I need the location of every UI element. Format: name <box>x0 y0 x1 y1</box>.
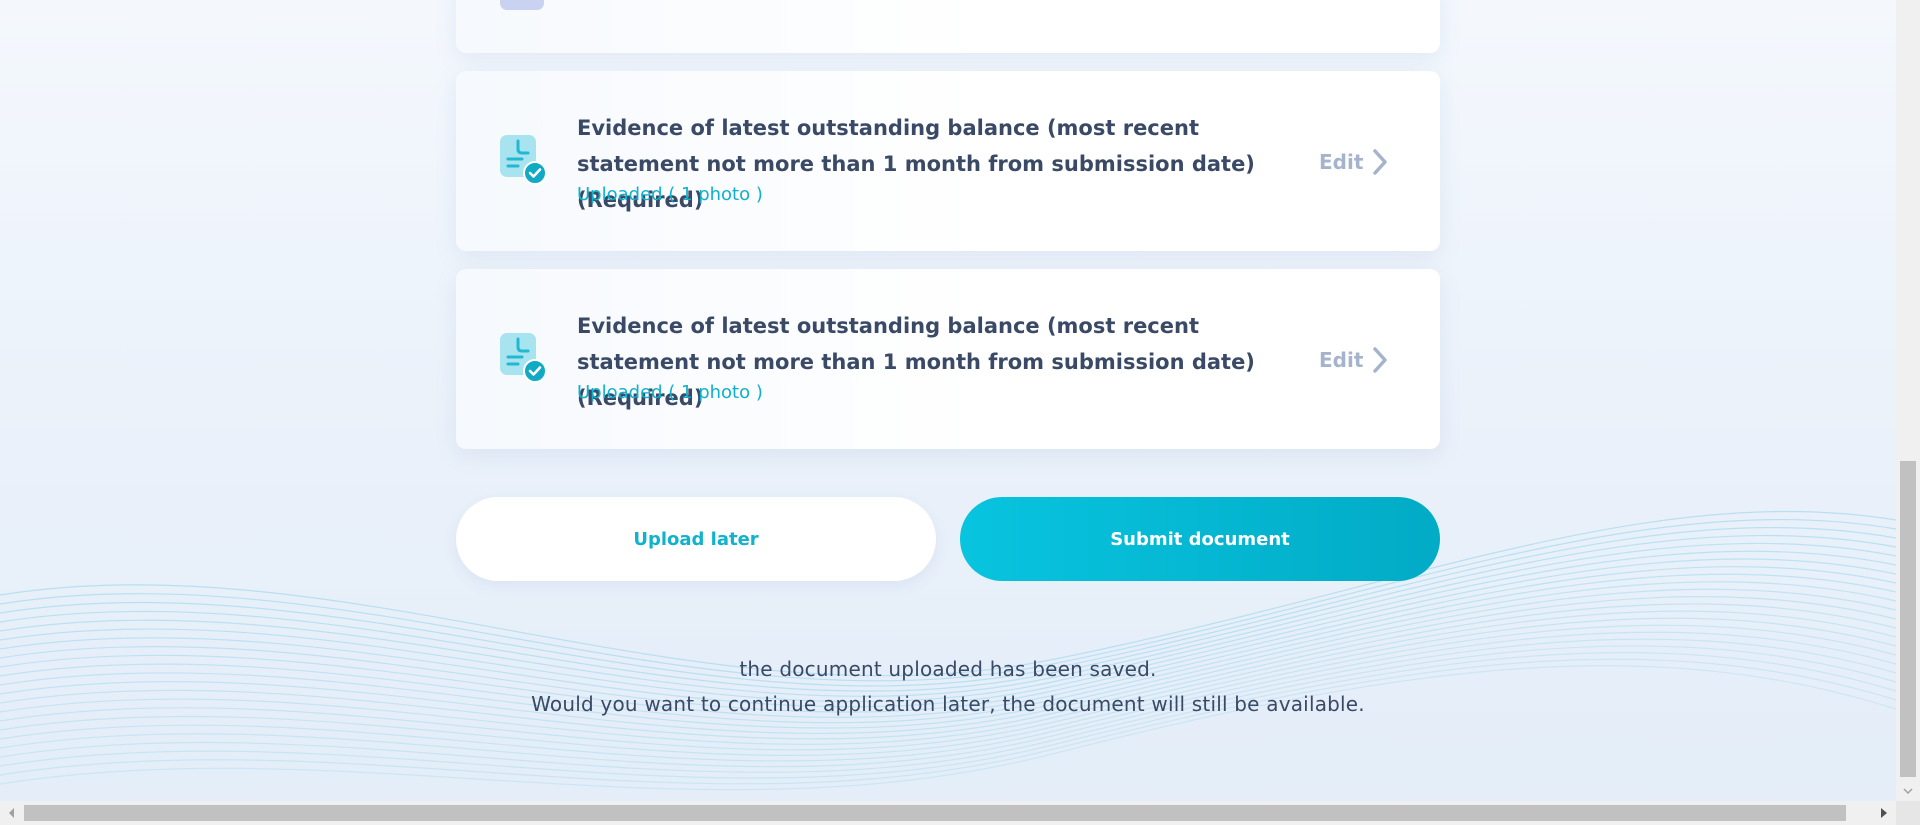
background-wave-line <box>0 617 1896 751</box>
edit-button[interactable]: Edit <box>1319 145 1389 179</box>
scrollbar-corner <box>1896 801 1920 825</box>
document-check-icon <box>500 333 546 383</box>
scroll-left-arrow-icon[interactable] <box>0 801 24 825</box>
edit-button[interactable]: Edit <box>1319 343 1389 377</box>
document-card-partial[interactable] <box>456 0 1440 53</box>
upload-status: Uploaded ( 1 photo ) <box>577 382 763 403</box>
chevron-right-icon <box>1373 149 1388 175</box>
upload-status: Uploaded ( 1 photo ) <box>577 184 763 205</box>
submit-document-button[interactable]: Submit document <box>960 497 1440 581</box>
edit-label: Edit <box>1319 348 1364 372</box>
document-check-icon <box>500 135 546 185</box>
upload-later-button[interactable]: Upload later <box>456 497 936 581</box>
vertical-scrollbar[interactable] <box>1896 0 1920 801</box>
document-card: Evidence of latest outstanding balance (… <box>456 269 1440 449</box>
scroll-right-arrow-icon[interactable] <box>1872 801 1896 825</box>
horizontal-scrollbar[interactable] <box>0 801 1920 825</box>
scroll-down-arrow-icon[interactable] <box>1896 781 1920 801</box>
vertical-scrollbar-thumb[interactable] <box>1900 461 1916 777</box>
chevron-right-icon <box>1373 347 1388 373</box>
saved-notice: the document uploaded has been saved. <box>739 657 1157 681</box>
document-icon <box>500 0 544 10</box>
continue-later-notice: Would you want to continue application l… <box>531 692 1365 716</box>
background-waves <box>0 510 1896 791</box>
edit-label: Edit <box>1319 150 1364 174</box>
document-card: Evidence of latest outstanding balance (… <box>456 71 1440 251</box>
horizontal-scrollbar-thumb[interactable] <box>24 805 1846 821</box>
